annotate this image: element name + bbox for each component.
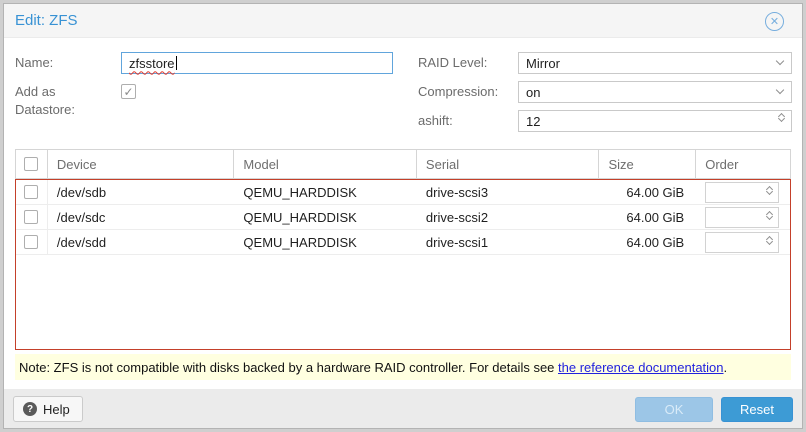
row-checkbox[interactable]	[24, 210, 38, 224]
ashift-value: 12	[526, 114, 540, 129]
add-as-datastore-checkbox[interactable]: ✓	[121, 84, 136, 99]
chevron-down-icon[interactable]	[776, 86, 784, 94]
compression-label: Compression:	[418, 83, 498, 101]
device-cell: /dev/sdd	[48, 230, 235, 254]
chevron-down-icon[interactable]	[776, 57, 784, 65]
help-button[interactable]: ? Help	[13, 396, 83, 422]
model-cell: QEMU_HARDDISK	[234, 180, 417, 204]
help-button-label: Help	[43, 402, 70, 417]
raid-level-label: RAID Level:	[418, 54, 487, 72]
column-header-order[interactable]: Order	[696, 150, 790, 178]
add-as-datastore-label-line1: Add as	[15, 84, 55, 99]
row-checkbox[interactable]	[24, 235, 38, 249]
order-cell	[696, 205, 790, 229]
row-checkbox-cell	[16, 205, 48, 229]
table-row[interactable]: /dev/sdb QEMU_HARDDISK drive-scsi3 64.00…	[16, 180, 790, 205]
compression-value: on	[526, 85, 540, 100]
order-spinner-input[interactable]	[705, 232, 779, 253]
reset-button[interactable]: Reset	[721, 397, 793, 422]
text-caret	[176, 56, 177, 70]
model-cell: QEMU_HARDDISK	[234, 230, 417, 254]
row-checkbox-cell	[16, 230, 48, 254]
table-row[interactable]: /dev/sdd QEMU_HARDDISK drive-scsi1 64.00…	[16, 230, 790, 255]
serial-cell: drive-scsi1	[417, 230, 600, 254]
note-suffix: .	[724, 360, 728, 375]
size-cell: 64.00 GiB	[599, 205, 696, 229]
raid-level-value: Mirror	[526, 56, 560, 71]
size-cell: 64.00 GiB	[599, 230, 696, 254]
row-checkbox[interactable]	[24, 185, 38, 199]
row-checkbox-cell	[16, 180, 48, 204]
reference-documentation-link[interactable]: the reference documentation	[558, 360, 724, 375]
dialog-footer: ? Help OK Reset	[4, 389, 802, 428]
name-label: Name:	[15, 54, 53, 72]
ashift-spinner[interactable]: 12	[518, 110, 792, 132]
column-header-model[interactable]: Model	[234, 150, 417, 178]
help-icon: ?	[23, 402, 37, 416]
compression-select[interactable]: on	[518, 81, 792, 103]
select-all-checkbox[interactable]	[24, 157, 38, 171]
note-text: Note: ZFS is not compatible with disks b…	[19, 360, 558, 375]
column-header-serial[interactable]: Serial	[417, 150, 600, 178]
name-input[interactable]: zfsstore	[121, 52, 393, 74]
close-icon[interactable]: ✕	[765, 12, 784, 31]
spinner-arrows[interactable]	[767, 237, 772, 244]
order-spinner-input[interactable]	[705, 182, 779, 203]
help-glyph: ?	[27, 404, 33, 415]
size-cell: 64.00 GiB	[599, 180, 696, 204]
spinner-arrows[interactable]	[767, 212, 772, 219]
close-glyph: ✕	[770, 15, 779, 28]
ok-button[interactable]: OK	[635, 397, 713, 422]
add-as-datastore-label-line2: Datastore:	[15, 102, 75, 117]
order-cell	[696, 180, 790, 204]
order-cell	[696, 230, 790, 254]
select-all-cell	[16, 150, 48, 178]
table-row[interactable]: /dev/sdc QEMU_HARDDISK drive-scsi2 64.00…	[16, 205, 790, 230]
dialog-title: Edit: ZFS	[15, 4, 78, 38]
screen-background: Edit: ZFS ✕ Name: zfsstore Add as Datast…	[0, 0, 806, 432]
edit-zfs-dialog: Edit: ZFS ✕ Name: zfsstore Add as Datast…	[3, 3, 803, 429]
column-header-device[interactable]: Device	[48, 150, 235, 178]
order-spinner-input[interactable]	[705, 207, 779, 228]
raid-level-select[interactable]: Mirror	[518, 52, 792, 74]
disk-table-header: Device Model Serial Size Order	[15, 149, 791, 179]
serial-cell: drive-scsi3	[417, 180, 600, 204]
device-cell: /dev/sdb	[48, 180, 235, 204]
checkmark-icon: ✓	[123, 85, 133, 99]
name-value: zfsstore	[129, 56, 175, 71]
model-cell: QEMU_HARDDISK	[234, 205, 417, 229]
serial-cell: drive-scsi2	[417, 205, 600, 229]
disk-table-body: /dev/sdb QEMU_HARDDISK drive-scsi3 64.00…	[15, 179, 791, 350]
zfs-note: Note: ZFS is not compatible with disks b…	[15, 354, 791, 380]
ashift-label: ashift:	[418, 112, 453, 130]
column-header-size[interactable]: Size	[599, 150, 696, 178]
device-cell: /dev/sdc	[48, 205, 235, 229]
spinner-arrows[interactable]	[767, 187, 772, 194]
spinner-arrows[interactable]	[779, 114, 784, 121]
dialog-titlebar[interactable]: Edit: ZFS ✕	[4, 4, 802, 38]
add-as-datastore-label: Add as Datastore:	[15, 83, 105, 119]
